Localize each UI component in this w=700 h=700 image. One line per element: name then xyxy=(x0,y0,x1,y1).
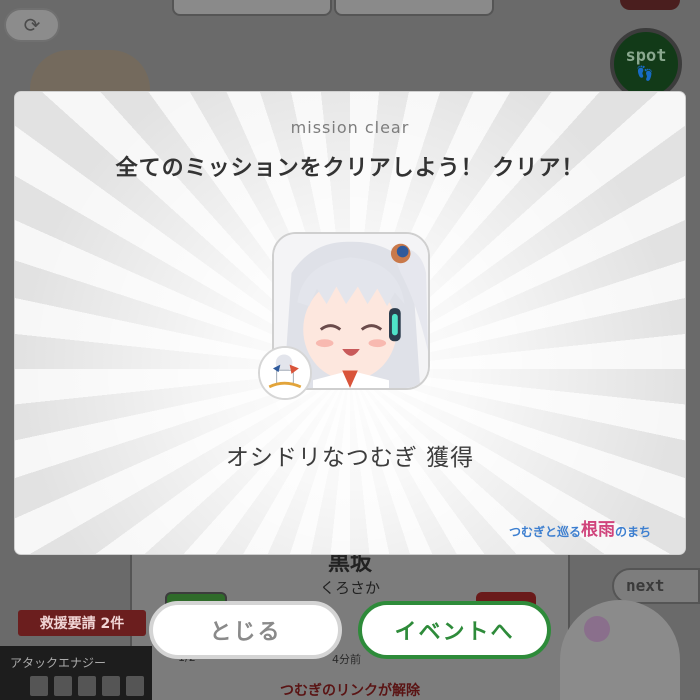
support-request-label: 救援要請 2件 xyxy=(39,616,125,632)
logo-part: のまち xyxy=(615,525,652,539)
top-right-badge xyxy=(620,0,680,10)
energy-cell xyxy=(78,676,96,696)
energy-cell xyxy=(54,676,72,696)
refresh-icon: ⟳ xyxy=(23,13,41,37)
energy-cell xyxy=(30,676,48,696)
support-request-badge[interactable]: 救援要請 2件 xyxy=(18,610,146,636)
footprints-icon: 👣 xyxy=(636,66,656,82)
time-ago: 4分前 xyxy=(332,653,361,666)
mission-clear-label: mission clear xyxy=(290,118,410,137)
close-button-label: とじる xyxy=(209,620,282,645)
spot-label: spot xyxy=(625,46,667,66)
link-status-text: つむぎのリンクが解除 xyxy=(280,683,420,699)
next-label: next xyxy=(626,576,665,595)
top-tab[interactable] xyxy=(334,0,494,16)
go-to-event-button[interactable]: イベントへ xyxy=(358,601,551,659)
energy-cell xyxy=(126,676,144,696)
logo-part: つむぎと巡る xyxy=(509,525,582,539)
spot-button[interactable]: spot 👣 xyxy=(610,28,682,100)
top-tab[interactable] xyxy=(172,0,332,16)
character-badge xyxy=(258,346,312,400)
energy-cells xyxy=(30,676,144,696)
character-illustration xyxy=(540,596,700,700)
close-button[interactable]: とじる xyxy=(149,601,342,659)
go-to-event-label: イベントへ xyxy=(394,620,515,645)
paw-decoration xyxy=(30,50,150,96)
refresh-button[interactable]: ⟳ xyxy=(4,8,60,42)
energy-cell xyxy=(102,676,120,696)
event-logo: つむぎと巡る 根雨 のまち xyxy=(509,510,651,540)
reward-acquired-text: オシドリなつむぎ 獲得 xyxy=(225,445,475,471)
mission-title: 全てのミッションをクリアしよう！ クリア！ xyxy=(115,156,585,181)
flower-icon xyxy=(584,616,610,642)
mini-character-icon xyxy=(260,348,310,398)
mission-clear-dialog: mission clear 全てのミッションをクリアしよう！ クリア！ オシドリ… xyxy=(15,92,685,554)
attack-energy-panel: アタックエナジー xyxy=(0,646,152,700)
logo-part: 根雨 xyxy=(581,520,616,540)
attack-energy-label: アタックエナジー xyxy=(10,656,107,670)
